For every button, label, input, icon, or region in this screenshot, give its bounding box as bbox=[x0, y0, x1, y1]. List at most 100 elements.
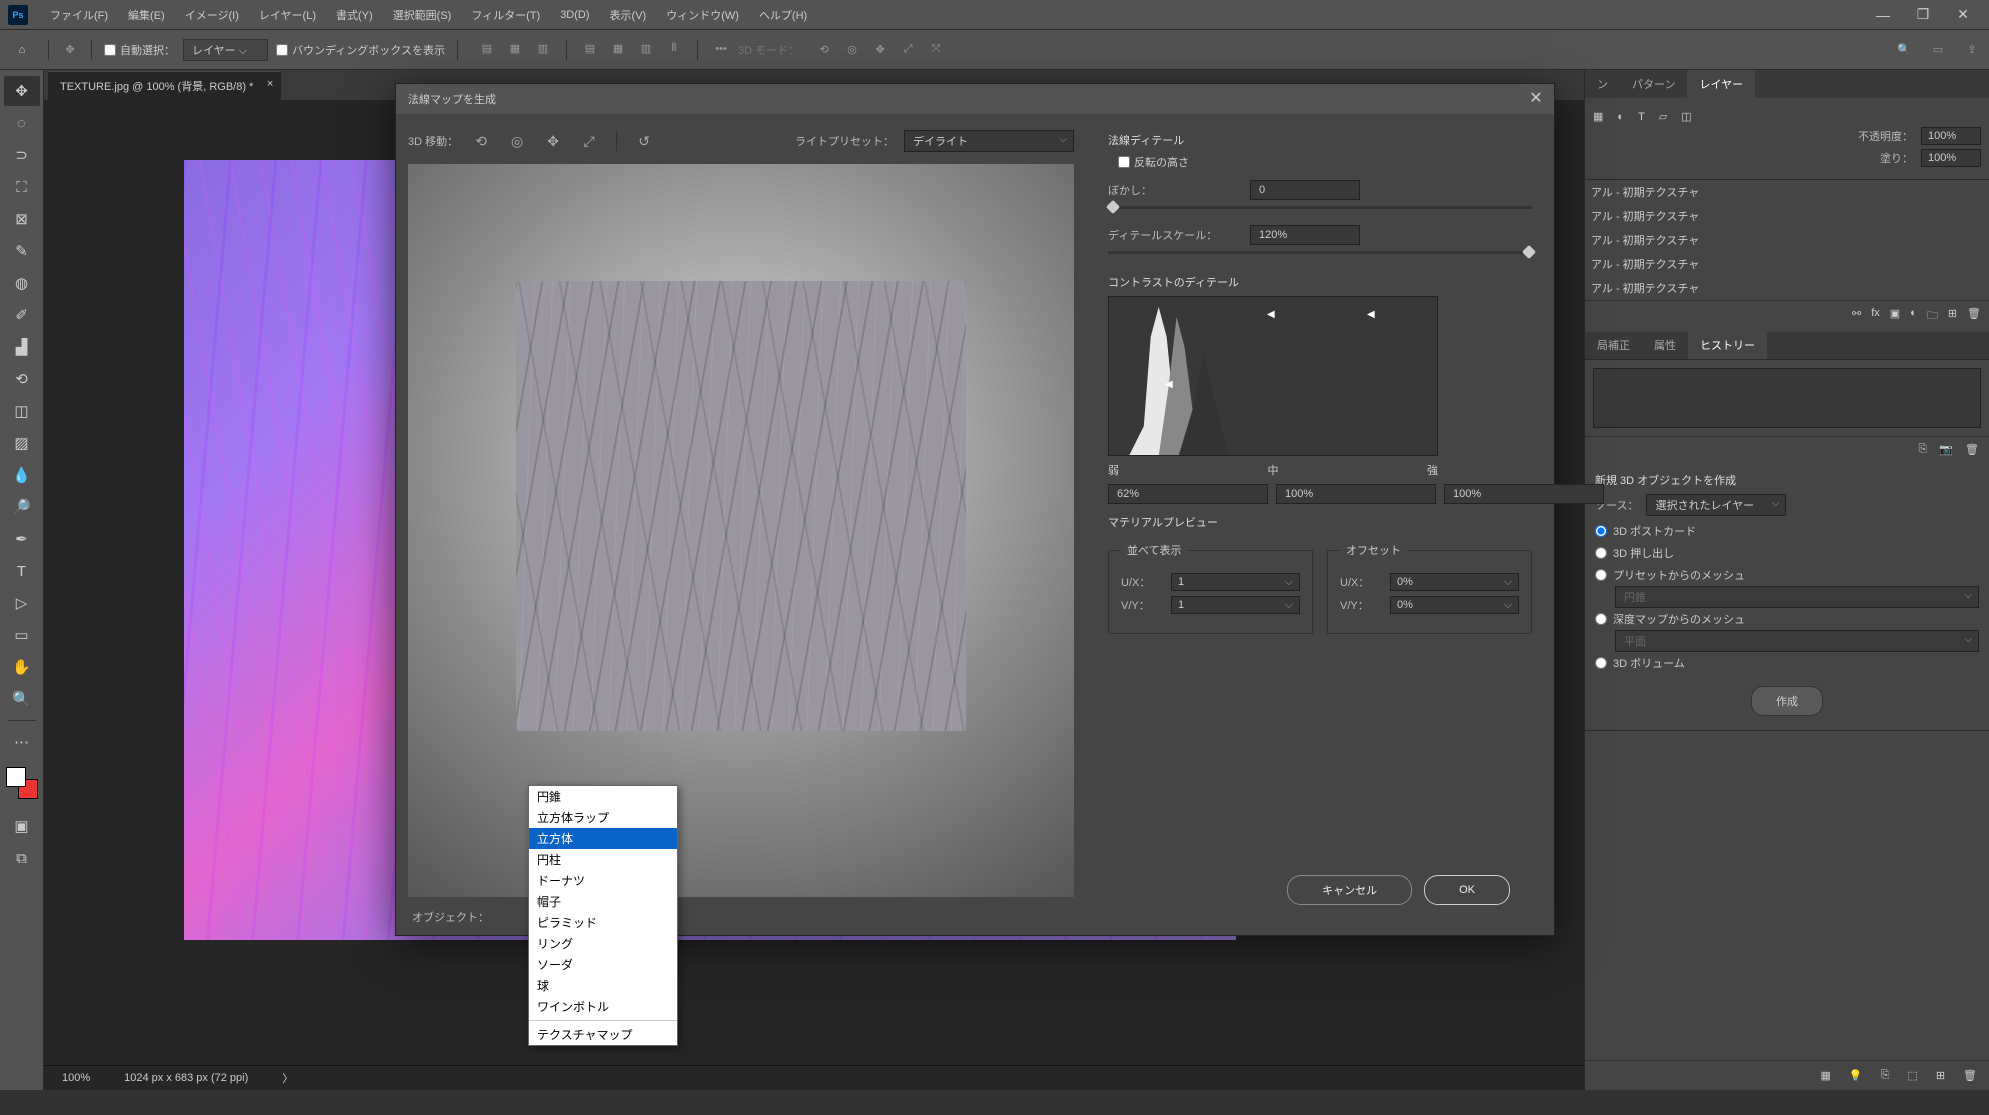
crop-tool[interactable]: ⛶ bbox=[4, 172, 40, 202]
radio-postcard[interactable]: 3D ポストカード bbox=[1595, 520, 1979, 542]
dd-sphere[interactable]: 球 bbox=[529, 975, 677, 996]
eraser-tool[interactable]: ◫ bbox=[4, 396, 40, 426]
brush-tool[interactable]: ✐ bbox=[4, 300, 40, 330]
align-top-icon[interactable]: ▤ bbox=[581, 40, 599, 58]
adjustment-icon[interactable]: ◐ bbox=[1910, 307, 1917, 326]
layer-list[interactable]: アル - 初期テクスチャ アル - 初期テクスチャ アル - 初期テクスチャ ア… bbox=[1585, 180, 1989, 300]
dd-cube[interactable]: 立方体 bbox=[529, 828, 677, 849]
light-preset-select[interactable]: デイライト bbox=[904, 130, 1074, 152]
layer-item[interactable]: アル - 初期テクスチャ bbox=[1585, 228, 1989, 252]
gradient-tool[interactable]: ▨ bbox=[4, 428, 40, 458]
3d-scale-icon[interactable]: ⤧ bbox=[927, 41, 945, 59]
opacity-input[interactable]: 100% bbox=[1921, 127, 1981, 145]
screen-mode-tool[interactable]: ⧉ bbox=[4, 843, 40, 873]
tab-history[interactable]: ヒストリー bbox=[1688, 331, 1767, 359]
close-tab-icon[interactable]: × bbox=[267, 78, 273, 90]
delete-layer-icon[interactable]: 🗑 bbox=[1967, 307, 1981, 326]
history-snapshot-icon[interactable]: 📷 bbox=[1939, 443, 1953, 456]
share-icon[interactable]: ⇪ bbox=[1963, 41, 1981, 59]
marquee-tool[interactable]: ◌ bbox=[4, 108, 40, 138]
align-bottom-icon[interactable]: ▥ bbox=[637, 40, 655, 58]
bottom-delete-icon[interactable]: 🗑 bbox=[1963, 1069, 1977, 1082]
radio-mesh-preset[interactable]: プリセットからのメッシュ bbox=[1595, 564, 1979, 586]
dodge-tool[interactable]: 🔎 bbox=[4, 492, 40, 522]
3d-roll-icon[interactable]: ◎ bbox=[843, 41, 861, 59]
invert-height-check[interactable]: 反転の高さ bbox=[1118, 154, 1532, 170]
menu-select[interactable]: 選択範囲(S) bbox=[383, 0, 462, 29]
bottom-icon-1[interactable]: ▦ bbox=[1820, 1069, 1830, 1082]
filter-smart-icon[interactable]: ◫ bbox=[1681, 110, 1691, 123]
menu-file[interactable]: ファイル(F) bbox=[40, 0, 118, 29]
tab-properties[interactable]: 属性 bbox=[1642, 331, 1688, 359]
hist-mid-input[interactable] bbox=[1276, 484, 1436, 504]
tiling-vy-select[interactable]: 1 bbox=[1171, 596, 1300, 614]
hand-tool[interactable]: ✋ bbox=[4, 652, 40, 682]
3d-roll-icon[interactable]: ◎ bbox=[504, 128, 530, 154]
blur-slider[interactable] bbox=[1108, 206, 1532, 209]
dd-ring[interactable]: リング bbox=[529, 933, 677, 954]
hist-low-input[interactable] bbox=[1108, 484, 1268, 504]
frame-tool[interactable]: ⊠ bbox=[4, 204, 40, 234]
blur-input[interactable] bbox=[1250, 180, 1360, 200]
3d-slide-icon[interactable]: ⤢ bbox=[576, 128, 602, 154]
stamp-tool[interactable]: ▟ bbox=[4, 332, 40, 362]
dd-cone[interactable]: 円錐 bbox=[529, 786, 677, 807]
create-button[interactable]: 作成 bbox=[1751, 686, 1823, 716]
zoom-tool[interactable]: 🔍 bbox=[4, 684, 40, 714]
group-icon[interactable]: 🗀 bbox=[1927, 307, 1938, 326]
dd-pyramid[interactable]: ピラミッド bbox=[529, 912, 677, 933]
filter-type-icon[interactable]: T bbox=[1638, 111, 1645, 123]
home-icon[interactable]: ⌂ bbox=[8, 36, 36, 64]
layer-item[interactable]: アル - 初期テクスチャ bbox=[1585, 204, 1989, 228]
fill-input[interactable]: 100% bbox=[1921, 149, 1981, 167]
history-new-doc-icon[interactable]: ⎘ bbox=[1919, 443, 1928, 456]
menu-edit[interactable]: 編集(E) bbox=[118, 0, 175, 29]
dd-cylinder[interactable]: 円柱 bbox=[529, 849, 677, 870]
bounding-box-check[interactable]: バウンディングボックスを表示 bbox=[276, 42, 445, 58]
dd-texture-map[interactable]: テクスチャマップ bbox=[529, 1024, 677, 1045]
menu-layer[interactable]: レイヤー(L) bbox=[249, 0, 326, 29]
dd-hat[interactable]: 帽子 bbox=[529, 891, 677, 912]
layer-item[interactable]: アル - 初期テクスチャ bbox=[1585, 276, 1989, 300]
link-layers-icon[interactable]: ⚯ bbox=[1852, 307, 1861, 326]
color-swatches[interactable] bbox=[6, 767, 38, 799]
status-chevron-icon[interactable]: 〉 bbox=[282, 1070, 293, 1086]
bottom-icon-4[interactable]: ⬚ bbox=[1907, 1069, 1917, 1082]
dd-cube-wrap[interactable]: 立方体ラップ bbox=[529, 807, 677, 828]
close-button[interactable]: ✕ bbox=[1945, 3, 1981, 27]
align-center-v-icon[interactable]: ▦ bbox=[609, 40, 627, 58]
history-brush-tool[interactable]: ⟲ bbox=[4, 364, 40, 394]
layer-item[interactable]: アル - 初期テクスチャ bbox=[1585, 252, 1989, 276]
offset-vy-select[interactable]: 0% bbox=[1390, 596, 1519, 614]
mask-icon[interactable]: ▣ bbox=[1890, 307, 1900, 326]
edit-toolbar[interactable]: ⋯ bbox=[4, 727, 40, 757]
menu-window[interactable]: ウィンドウ(W) bbox=[656, 0, 749, 29]
align-center-h-icon[interactable]: ▦ bbox=[506, 40, 524, 58]
radio-extrusion[interactable]: 3D 押し出し bbox=[1595, 542, 1979, 564]
tab-patterns[interactable]: パターン bbox=[1620, 70, 1687, 98]
ok-button[interactable]: OK bbox=[1424, 875, 1510, 905]
radio-volume[interactable]: 3D ボリューム bbox=[1595, 652, 1979, 674]
tab-adjustments[interactable]: 局補正 bbox=[1585, 331, 1642, 359]
tab-layers[interactable]: レイヤー bbox=[1687, 70, 1755, 98]
histogram[interactable]: ◀ ◀ ◀ bbox=[1108, 296, 1438, 456]
more-options-icon[interactable]: ••• bbox=[712, 40, 730, 58]
offset-ux-select[interactable]: 0% bbox=[1390, 573, 1519, 591]
menu-type[interactable]: 書式(Y) bbox=[326, 0, 383, 29]
bottom-icon-3[interactable]: ⎘ bbox=[1881, 1069, 1890, 1082]
3d-pan-icon[interactable]: ✥ bbox=[871, 41, 889, 59]
eyedropper-tool[interactable]: ✎ bbox=[4, 236, 40, 266]
auto-select-check[interactable]: 自動選択： bbox=[104, 42, 175, 58]
scale-slider[interactable] bbox=[1108, 251, 1532, 254]
menu-filter[interactable]: フィルター(T) bbox=[461, 0, 550, 29]
source-select[interactable]: 選択されたレイヤー bbox=[1646, 494, 1786, 516]
blur-tool[interactable]: 💧 bbox=[4, 460, 40, 490]
object-dropdown[interactable]: 円錐 立方体ラップ 立方体 円柱 ドーナツ 帽子 ピラミッド リング ソーダ 球… bbox=[528, 785, 678, 1046]
3d-pan-icon[interactable]: ✥ bbox=[540, 128, 566, 154]
minimize-button[interactable]: — bbox=[1865, 3, 1901, 27]
bottom-icon-2[interactable]: 💡 bbox=[1849, 1069, 1863, 1082]
reset-icon[interactable]: ↺ bbox=[631, 128, 657, 154]
tab-color[interactable]: ン bbox=[1585, 70, 1620, 98]
3d-orbit-icon[interactable]: ⟲ bbox=[815, 41, 833, 59]
lasso-tool[interactable]: ⊃ bbox=[4, 140, 40, 170]
